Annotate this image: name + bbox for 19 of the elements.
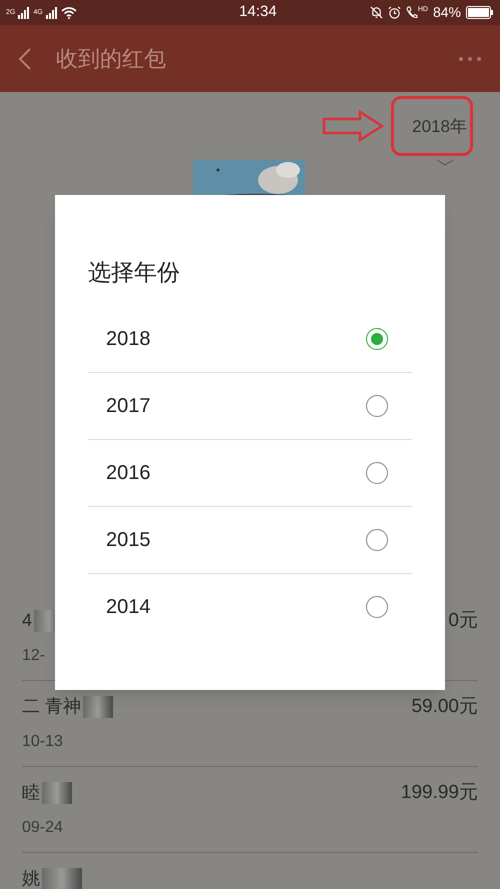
sender-name: 睦	[22, 781, 40, 804]
sender-name: 4	[22, 609, 32, 632]
year-option[interactable]: 2017	[88, 372, 412, 440]
page-title: 收到的红包	[56, 45, 167, 73]
sender-name: 姚	[22, 867, 40, 889]
year-option[interactable]: 2018	[88, 306, 412, 372]
dialog-title: 选择年份	[88, 258, 181, 287]
amount: 0元	[448, 609, 478, 633]
battery-percent: 84%	[432, 3, 461, 22]
clock: 14:34	[238, 2, 278, 22]
record-date: 10-13	[22, 732, 64, 752]
record-date: 12-	[22, 646, 46, 666]
year-option[interactable]: 2016	[88, 440, 412, 506]
sender-name: 二 青神	[22, 695, 82, 718]
year-option[interactable]: 2014	[88, 574, 412, 640]
amount: 59.00元	[411, 695, 478, 719]
record-date: 09-24	[22, 818, 64, 838]
amount: 199.99元	[400, 781, 478, 805]
year-option[interactable]: 2015	[88, 506, 412, 574]
